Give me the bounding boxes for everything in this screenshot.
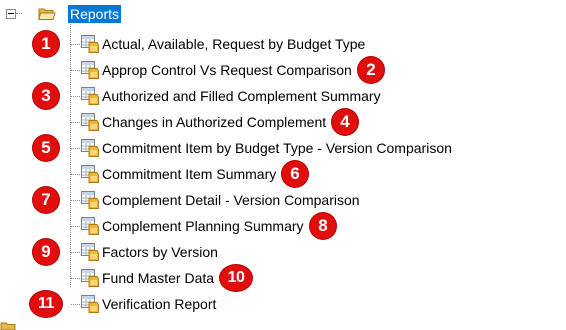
tree-item-label: Fund Master Data: [102, 270, 215, 286]
tree-connector: [71, 148, 80, 149]
report-tree-view: Reports Actual, Available, Request by Bu…: [0, 0, 566, 330]
number-badge: 3: [33, 83, 59, 109]
tree-connector: [70, 24, 71, 287]
report-icon: [81, 113, 99, 131]
tree-connector: [71, 44, 80, 45]
tree-connector: [71, 226, 80, 227]
number-badge: 10: [220, 265, 252, 291]
number-badge: 7: [33, 187, 59, 213]
tree-connector: [71, 200, 80, 201]
report-icon: [81, 243, 99, 261]
tree-connector: [16, 13, 22, 14]
tree-connector: [71, 278, 80, 279]
tree-item-label: Complement Detail - Version Comparison: [102, 192, 360, 208]
tree-item-label: Authorized and Filled Complement Summary: [102, 88, 381, 104]
report-icon: [81, 269, 99, 287]
report-icon: [81, 61, 99, 79]
number-badge: 9: [33, 239, 59, 265]
open-folder-icon: [38, 8, 56, 20]
collapse-toggle-icon[interactable]: [6, 9, 16, 19]
tree-connector: [71, 122, 80, 123]
tree-connector: [71, 70, 80, 71]
report-icon: [81, 217, 99, 235]
number-badge: 11: [30, 291, 62, 317]
tree-root-reports[interactable]: Reports: [68, 5, 122, 23]
tree-item-label: Verification Report: [102, 296, 217, 312]
tree-connector: [71, 252, 80, 253]
tree-item-label: Commitment Item by Budget Type - Version…: [102, 140, 452, 156]
report-icon: [81, 87, 99, 105]
report-icon: [81, 139, 99, 157]
tree-item-label: Actual, Available, Request by Budget Typ…: [102, 36, 366, 52]
number-badge: 2: [358, 57, 384, 83]
report-icon: [81, 295, 99, 313]
report-icon: [81, 35, 99, 53]
tree-item-label: Factors by Version: [102, 244, 218, 260]
folder-icon: [0, 322, 16, 330]
number-badge: 4: [332, 109, 358, 135]
report-icon: [81, 191, 99, 209]
number-badge: 1: [33, 31, 59, 57]
number-badge: 6: [282, 161, 308, 187]
number-badge: 5: [33, 135, 59, 161]
tree-connector: [71, 304, 80, 305]
tree-item-label: Changes in Authorized Complement: [102, 114, 327, 130]
number-badge: 8: [310, 213, 336, 239]
report-icon: [81, 165, 99, 183]
tree-item-label: Commitment Item Summary: [102, 166, 277, 182]
tree-connector: [71, 174, 80, 175]
tree-connector: [71, 96, 80, 97]
tree-item-label: Approp Control Vs Request Comparison: [102, 62, 352, 78]
tree-item-label: Complement Planning Summary: [102, 218, 304, 234]
